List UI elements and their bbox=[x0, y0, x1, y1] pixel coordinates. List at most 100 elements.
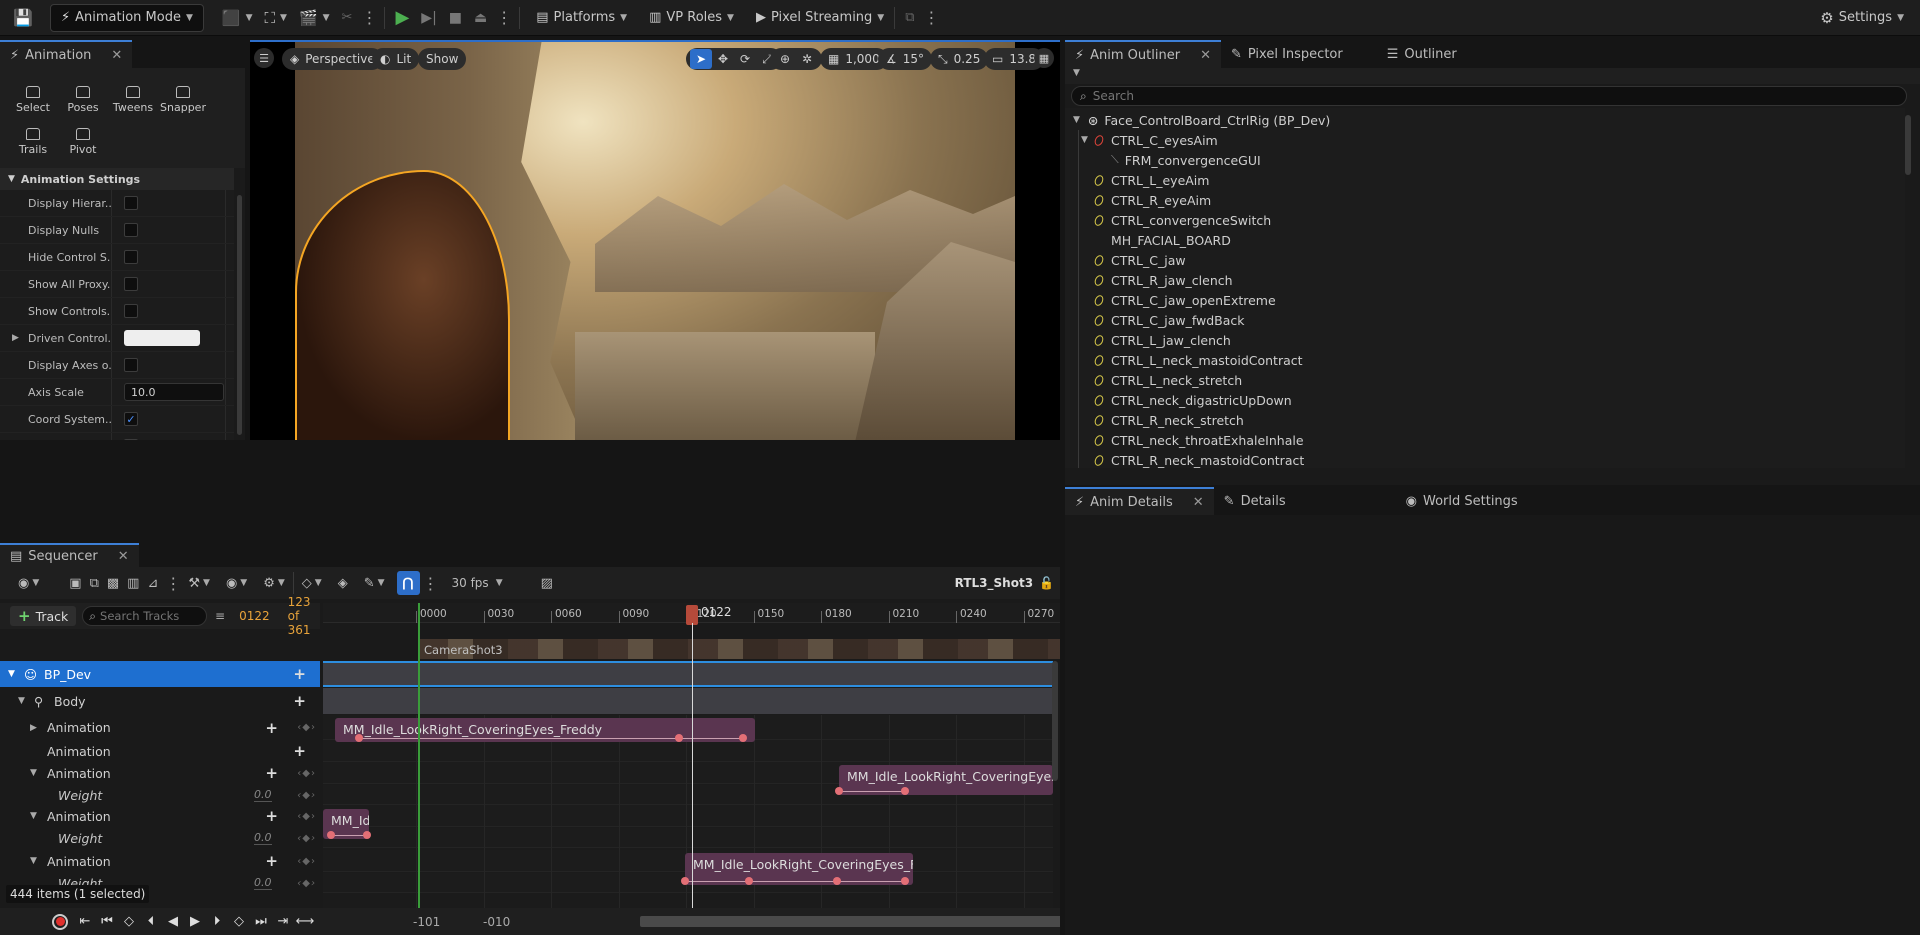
modeling-tools-button[interactable]: ✂ bbox=[336, 4, 359, 32]
tab-details[interactable]: ✎ Details bbox=[1214, 487, 1296, 515]
add-key-button[interactable]: + bbox=[265, 852, 278, 870]
world-icon[interactable]: ⊕ bbox=[774, 49, 796, 69]
platforms-menu[interactable]: ▤ Platforms ▼ bbox=[530, 4, 633, 32]
camera-cut-button[interactable]: ▥ bbox=[123, 571, 143, 595]
frame-range-button[interactable]: ▨ bbox=[537, 571, 557, 595]
tree-item[interactable]: ⟍ FRM_convergenceGUI bbox=[1065, 150, 1905, 170]
jump-end-button[interactable]: ⇥ bbox=[272, 914, 294, 929]
mode-poses-button[interactable]: Poses bbox=[58, 72, 108, 114]
view-range-scrollbar[interactable] bbox=[640, 916, 1060, 927]
snap-toggle[interactable]: ⋂ bbox=[396, 571, 420, 595]
prev-key-button[interactable]: ⏮ bbox=[96, 914, 118, 929]
reverse-button[interactable]: ◀ bbox=[162, 914, 184, 929]
animation-settings-header[interactable]: ▼ Animation Settings bbox=[0, 168, 234, 190]
keyframe-dot[interactable] bbox=[327, 831, 335, 839]
key-navigation[interactable]: ‹◆› bbox=[297, 878, 316, 889]
prev-key-diamond-button[interactable]: ◇ bbox=[118, 914, 140, 929]
close-icon[interactable]: ✕ bbox=[118, 549, 129, 564]
playback-options-button[interactable]: ⚙ ▼ bbox=[259, 571, 289, 595]
tree-item[interactable]: CTRL_R_neck_stretch bbox=[1065, 410, 1905, 430]
perspective-button[interactable]: ◈ Perspective bbox=[282, 48, 383, 70]
loop-button[interactable]: ⟷ bbox=[294, 914, 316, 929]
add-key-button[interactable]: + bbox=[265, 764, 278, 782]
tab-animation[interactable]: ⚡ Animation ✕ bbox=[0, 40, 133, 68]
view-options-button[interactable]: ◉ ▼ bbox=[222, 571, 251, 595]
stop-button[interactable]: ■ bbox=[443, 4, 468, 32]
key-navigation[interactable]: ‹◆› bbox=[297, 811, 316, 822]
tab-anim-outliner[interactable]: ⚡ Anim Outliner ✕ bbox=[1065, 40, 1221, 68]
timeline-area[interactable]: MM_Idle_LookRight_CoveringEyes_Freddy MM_… bbox=[323, 661, 1053, 913]
tree-item[interactable]: CTRL_neck_throatExhaleInhale bbox=[1065, 430, 1905, 450]
setting-checkbox[interactable] bbox=[124, 304, 138, 318]
tree-item[interactable]: CTRL_C_jaw_openExtreme bbox=[1065, 290, 1905, 310]
keyframe-dot[interactable] bbox=[833, 877, 841, 885]
chevron-down-icon[interactable]: ▼ bbox=[30, 768, 37, 778]
key-navigation[interactable]: ‹◆› bbox=[297, 768, 316, 779]
actions-button[interactable]: ⚒ ▼ bbox=[184, 571, 214, 595]
multi-user-button[interactable]: ⧉ bbox=[899, 4, 920, 32]
key-navigation[interactable]: ‹◆› bbox=[297, 856, 316, 867]
viewport[interactable]: ☰ ◈ Perspective ◐ Lit Show ➤ ✥ ⟳ ⤢ ⊕ ✲ ▦ 1,… bbox=[250, 40, 1060, 440]
chevron-down-icon[interactable]: ▼ bbox=[8, 669, 15, 679]
track-row[interactable]: ▼ Animation + ‹◆› bbox=[0, 850, 320, 872]
track-scrollbar[interactable] bbox=[1052, 661, 1058, 781]
chevron-right-icon[interactable]: ▶ bbox=[30, 723, 37, 733]
vp-roles-menu[interactable]: ▥ VP Roles ▼ bbox=[643, 4, 740, 32]
key-navigation[interactable]: ‹◆› bbox=[297, 833, 316, 844]
color-swatch[interactable] bbox=[124, 330, 200, 346]
keyframe-dot[interactable] bbox=[835, 787, 843, 795]
track-row[interactable]: Weight 0.0 ‹◆› bbox=[0, 828, 320, 848]
tab-outliner[interactable]: ☰ Outliner bbox=[1377, 40, 1467, 68]
lit-button[interactable]: ◐ Lit bbox=[372, 48, 420, 70]
range-start-out[interactable]: -101 bbox=[413, 915, 440, 929]
tab-anim-details[interactable]: ⚡ Anim Details ✕ bbox=[1065, 487, 1214, 515]
outliner-search[interactable]: ⌕ bbox=[1071, 86, 1907, 106]
mode-select-button[interactable]: Select bbox=[8, 72, 58, 114]
blueprint-button[interactable]: ⛶ ▼ bbox=[259, 4, 293, 32]
close-icon[interactable]: ✕ bbox=[1193, 495, 1204, 510]
tree-item[interactable]: MH_FACIAL_BOARD bbox=[1065, 230, 1905, 250]
tree-item[interactable]: ▼ CTRL_C_eyesAim bbox=[1065, 130, 1905, 150]
tree-item[interactable]: CTRL_C_jaw bbox=[1065, 250, 1905, 270]
add-content-button[interactable]: ⬛ ▼ bbox=[216, 4, 259, 32]
pixel-streaming-menu[interactable]: ▶ Pixel Streaming ▼ bbox=[750, 4, 890, 32]
save-button[interactable]: 💾 bbox=[0, 4, 46, 32]
tree-item[interactable]: CTRL_convergenceSwitch bbox=[1065, 210, 1905, 230]
search-input[interactable] bbox=[1092, 89, 1873, 103]
setting-checkbox[interactable] bbox=[124, 196, 138, 210]
track-search[interactable]: ⌕ bbox=[82, 606, 208, 626]
next-key-diamond-button[interactable]: ◇ bbox=[228, 914, 250, 929]
camera-shot-section[interactable]: CameraShot3 bbox=[418, 639, 1060, 659]
keyframe-dot[interactable] bbox=[745, 877, 753, 885]
scale-snap[interactable]: ⤡ 0.25 bbox=[930, 48, 989, 70]
layout-button[interactable]: ▦ bbox=[1034, 48, 1054, 68]
outliner-scrollbar[interactable] bbox=[1905, 115, 1911, 175]
tree-item[interactable]: CTRL_L_eyeAim bbox=[1065, 170, 1905, 190]
tree-item[interactable]: CTRL_R_jaw_clench bbox=[1065, 270, 1905, 290]
tree-item[interactable]: CTRL_L_neck_stretch bbox=[1065, 370, 1905, 390]
weight-value[interactable]: 0.0 bbox=[254, 876, 272, 890]
setting-checkbox[interactable] bbox=[124, 250, 138, 264]
lock-icon[interactable]: 🔓 bbox=[1039, 576, 1054, 590]
world-selector-button[interactable]: ◉ ▼ bbox=[14, 571, 43, 595]
next-key-button[interactable]: ⏭ bbox=[250, 914, 272, 929]
keyframe-dot[interactable] bbox=[355, 734, 363, 742]
current-frame[interactable]: 0122 bbox=[239, 609, 270, 623]
track-row[interactable]: ▼ ⚲ Body + bbox=[0, 688, 320, 714]
panel-scrollbar[interactable] bbox=[237, 195, 242, 435]
track-row[interactable]: ▼ Animation + ‹◆› bbox=[0, 805, 320, 827]
mode-snapper-button[interactable]: Snapper bbox=[158, 72, 208, 114]
more-options-icon[interactable]: ⋮ bbox=[921, 8, 943, 27]
playhead-marker[interactable] bbox=[686, 605, 698, 625]
cinematics-button[interactable]: 🎬 ▼ bbox=[293, 4, 336, 32]
chevron-right-icon[interactable]: ▶ bbox=[12, 333, 19, 343]
play-forward-button[interactable]: ▶ bbox=[184, 914, 206, 929]
mode-pivot-button[interactable]: Pivot bbox=[58, 114, 108, 156]
tree-item[interactable]: CTRL_L_jaw_clench bbox=[1065, 330, 1905, 350]
keyframe-dot[interactable] bbox=[901, 877, 909, 885]
save-sequence-button[interactable]: ▣ bbox=[65, 571, 85, 595]
more-options-icon[interactable]: ⋮ bbox=[162, 574, 184, 593]
snap-options-icon[interactable]: ⋮ bbox=[420, 574, 442, 593]
setting-number-input[interactable]: 10.0 bbox=[124, 383, 224, 401]
add-subtrack-button[interactable]: + bbox=[293, 692, 306, 710]
